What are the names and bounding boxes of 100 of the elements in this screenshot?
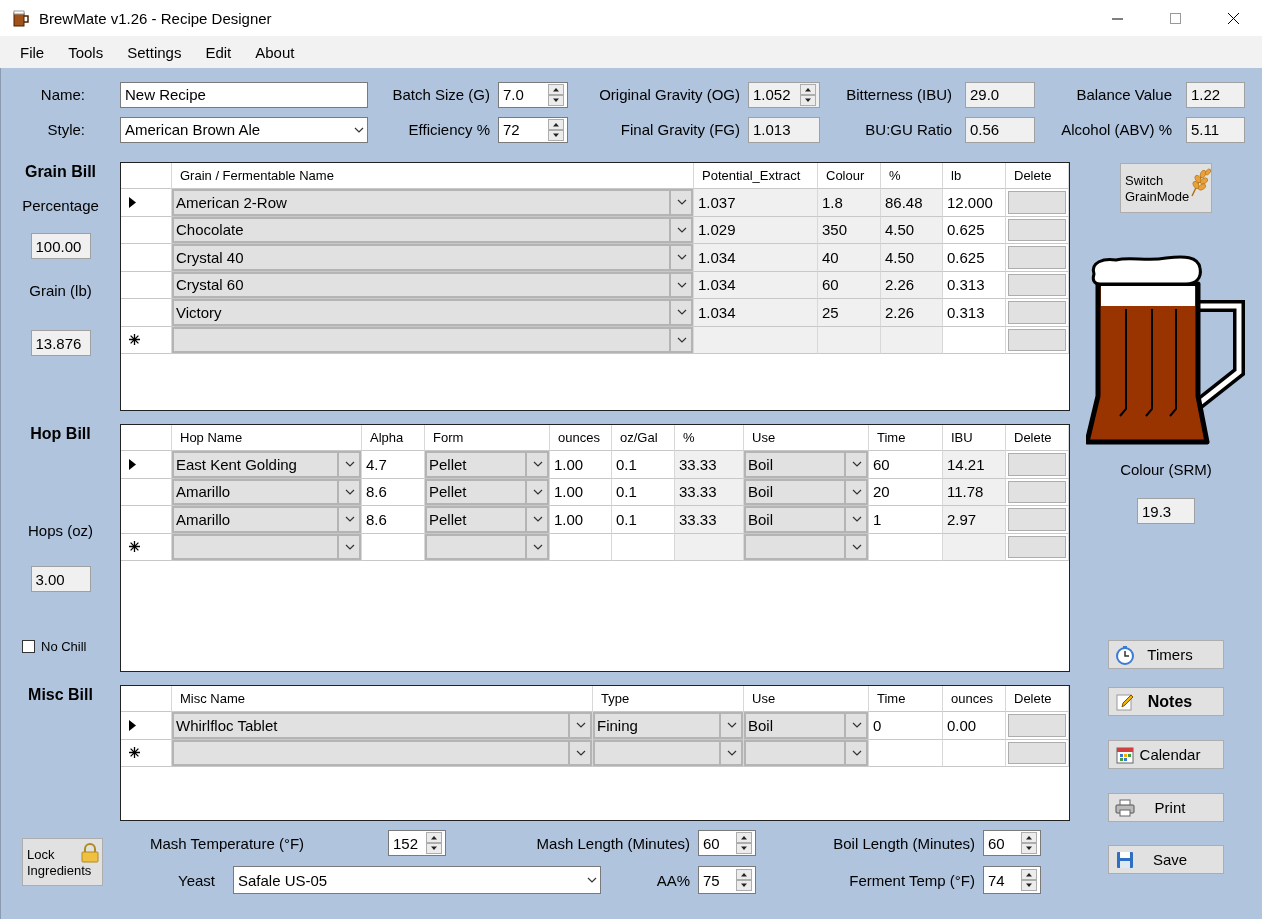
spin-field[interactable]: 7.0	[498, 81, 568, 108]
column-header[interactable]: Potential_Extract	[694, 163, 818, 189]
lock-ingredients-button[interactable]: Lock Ingredients	[22, 838, 103, 886]
dropdown[interactable]: Safale US-05	[233, 866, 601, 894]
row-header[interactable]	[121, 712, 172, 740]
delete-button[interactable]	[1008, 273, 1066, 296]
column-header[interactable]: Use	[744, 425, 869, 451]
row-header[interactable]	[121, 451, 172, 479]
dropdown-cell[interactable]: American 2-Row	[172, 189, 694, 217]
column-header[interactable]: ounces	[550, 425, 612, 451]
spin-field[interactable]: 72	[498, 116, 568, 143]
delete-button[interactable]	[1008, 714, 1066, 737]
spin-field[interactable]: 152	[388, 830, 446, 856]
column-header[interactable]: Delete	[1006, 686, 1069, 712]
text-field[interactable]: New Recipe	[120, 81, 368, 108]
dropdown-cell[interactable]: Victory	[172, 299, 694, 327]
column-header[interactable]: Colour	[818, 163, 881, 189]
menu-item[interactable]: Tools	[58, 39, 114, 65]
table-cell[interactable]	[612, 533, 675, 561]
table-cell[interactable]: 8.6	[362, 478, 425, 506]
row-header[interactable]	[121, 326, 172, 354]
menu-item[interactable]: Edit	[195, 39, 242, 65]
column-header[interactable]: ounces	[943, 686, 1006, 712]
up-down-arrows-icon[interactable]	[736, 869, 752, 891]
up-down-arrows-icon[interactable]	[1021, 832, 1037, 854]
table-cell[interactable]: 20	[869, 478, 943, 506]
column-header[interactable]: oz/Gal	[612, 425, 675, 451]
dropdown-cell[interactable]	[593, 739, 744, 767]
column-header[interactable]: Time	[869, 425, 943, 451]
dropdown-cell[interactable]: Boil	[744, 478, 869, 506]
spin-field[interactable]: 75	[698, 866, 756, 894]
dropdown-cell[interactable]: Crystal 60	[172, 271, 694, 299]
table-cell[interactable]: 1.00	[550, 478, 612, 506]
column-header[interactable]: Alpha	[362, 425, 425, 451]
toolbar-button[interactable]: Save	[1108, 845, 1224, 874]
spin-field[interactable]: 1.052	[748, 81, 820, 108]
dropdown-cell[interactable]	[172, 326, 694, 354]
menu-item[interactable]: File	[10, 39, 55, 65]
table-cell[interactable]: 0.313	[943, 299, 1006, 327]
checkbox[interactable]	[22, 640, 35, 653]
dropdown-cell[interactable]: Boil	[744, 451, 869, 479]
column-header[interactable]: Form	[425, 425, 550, 451]
table-cell[interactable]: 0.313	[943, 271, 1006, 299]
delete-button[interactable]	[1008, 301, 1066, 324]
table-cell[interactable]: 8.6	[362, 506, 425, 534]
column-header[interactable]: %	[675, 425, 744, 451]
table-cell[interactable]: 1.00	[550, 451, 612, 479]
dropdown-cell[interactable]	[425, 533, 550, 561]
toolbar-button[interactable]: Calendar	[1108, 740, 1224, 769]
table-cell[interactable]	[943, 739, 1006, 767]
table-cell[interactable]: 0	[869, 712, 943, 740]
switch-grain-mode-button[interactable]: Switch GrainMode	[1120, 163, 1212, 213]
dropdown-cell[interactable]: Fining	[593, 712, 744, 740]
dropdown-cell[interactable]	[744, 533, 869, 561]
dropdown-cell[interactable]: East Kent Golding	[172, 451, 362, 479]
table-cell[interactable]	[550, 533, 612, 561]
table-cell[interactable]: 60	[869, 451, 943, 479]
column-header[interactable]: Delete	[1006, 425, 1069, 451]
menu-item[interactable]: About	[245, 39, 305, 65]
table-cell[interactable]: 1	[869, 506, 943, 534]
column-header[interactable]: Hop Name	[172, 425, 362, 451]
spin-field[interactable]: 60	[983, 830, 1041, 856]
toolbar-button[interactable]: Notes	[1108, 687, 1224, 716]
dropdown-cell[interactable]	[172, 739, 593, 767]
table-cell[interactable]	[869, 533, 943, 561]
up-down-arrows-icon[interactable]	[548, 118, 564, 141]
column-header[interactable]: Use	[744, 686, 869, 712]
table-cell[interactable]	[362, 533, 425, 561]
table-cell[interactable]	[943, 326, 1006, 354]
dropdown-cell[interactable]	[172, 533, 362, 561]
up-down-arrows-icon[interactable]	[548, 83, 564, 106]
table-cell[interactable]: 1.00	[550, 506, 612, 534]
up-down-arrows-icon[interactable]	[426, 832, 442, 854]
delete-button[interactable]	[1008, 191, 1066, 214]
table-cell[interactable]: 4.7	[362, 451, 425, 479]
row-header[interactable]	[121, 189, 172, 217]
delete-button[interactable]	[1008, 453, 1066, 476]
column-header[interactable]: lb	[943, 163, 1006, 189]
delete-button[interactable]	[1008, 508, 1066, 531]
table-cell[interactable]: 12.000	[943, 189, 1006, 217]
table-cell[interactable]: 0.1	[612, 451, 675, 479]
dropdown-cell[interactable]	[744, 739, 869, 767]
dropdown-cell[interactable]: Crystal 40	[172, 244, 694, 272]
spin-field[interactable]: 60	[698, 830, 756, 856]
dropdown-cell[interactable]: Amarillo	[172, 506, 362, 534]
up-down-arrows-icon[interactable]	[800, 83, 816, 106]
row-header[interactable]	[121, 533, 172, 561]
table-cell[interactable]: 0.1	[612, 478, 675, 506]
dropdown-cell[interactable]: Pellet	[425, 478, 550, 506]
table-cell[interactable]: 0.1	[612, 506, 675, 534]
dropdown[interactable]: American Brown Ale	[120, 116, 368, 143]
dropdown-cell[interactable]: Pellet	[425, 506, 550, 534]
column-header[interactable]: Grain / Fermentable Name	[172, 163, 694, 189]
column-header[interactable]: Misc Name	[172, 686, 593, 712]
delete-button[interactable]	[1008, 535, 1066, 558]
up-down-arrows-icon[interactable]	[1021, 869, 1037, 891]
toolbar-button[interactable]: Print	[1108, 793, 1224, 822]
row-header[interactable]	[121, 739, 172, 767]
delete-button[interactable]	[1008, 741, 1066, 764]
table-cell[interactable]: 0.625	[943, 216, 1006, 244]
